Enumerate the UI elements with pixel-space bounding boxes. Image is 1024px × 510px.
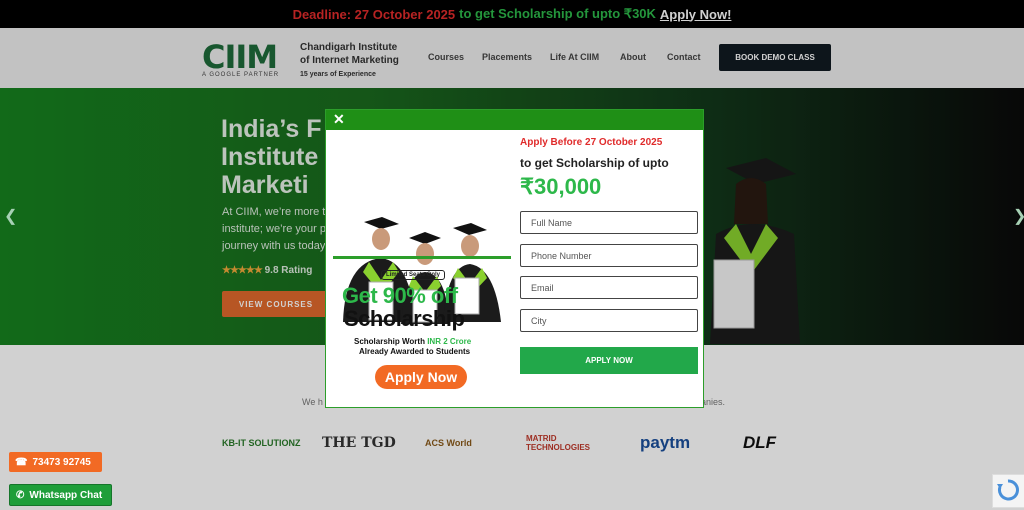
scholarship-amount: ₹30,000	[520, 174, 602, 199]
scholarship-headline: Scholarship	[344, 306, 465, 331]
recaptcha-badge[interactable]	[992, 474, 1024, 508]
worth-amount: INR 2 Crore	[427, 337, 472, 346]
city-field[interactable]	[520, 309, 698, 332]
scholarship-modal: ✕ Limited Seats Only Get 90% off Scholar…	[325, 109, 704, 408]
close-icon[interactable]: ✕	[333, 111, 345, 128]
apply-now-submit-button[interactable]: APPLY NOW	[520, 347, 698, 374]
awarded-text: Already Awarded to Students	[359, 347, 471, 356]
limited-seats-badge: Limited Seats Only	[381, 270, 446, 280]
phone-field[interactable]	[520, 244, 698, 267]
whatsapp-button[interactable]: ✆ Whatsapp Chat	[9, 484, 112, 506]
recaptcha-icon	[997, 479, 1019, 501]
apply-before-text: Apply Before 27 October 2025	[520, 137, 663, 148]
worth-prefix: Scholarship Worth	[354, 337, 428, 346]
headset-icon: ☎	[15, 456, 28, 468]
call-button[interactable]: ☎ 73473 92745	[9, 452, 102, 472]
email-field[interactable]	[520, 276, 698, 299]
full-name-field[interactable]	[520, 211, 698, 234]
scholarship-worth: Scholarship Worth INR 2 Crore	[354, 337, 471, 346]
to-get-text: to get Scholarship of upto	[520, 156, 669, 170]
phone-number: 73473 92745	[32, 456, 91, 468]
modal-header-bar: ✕	[326, 110, 703, 130]
whatsapp-icon: ✆	[16, 489, 25, 501]
graduates-illustration	[343, 217, 501, 324]
whatsapp-label: Whatsapp Chat	[29, 489, 103, 501]
promo-divider	[333, 256, 511, 259]
promo-apply-button[interactable]: Apply Now	[375, 365, 467, 389]
